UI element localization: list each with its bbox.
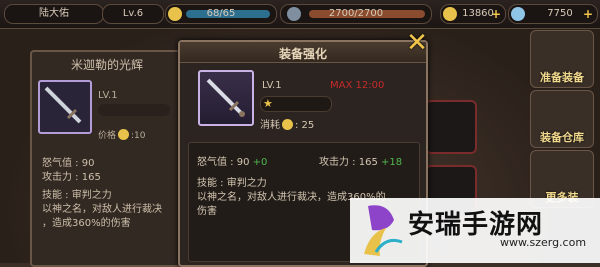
gold-counter: 13860 + xyxy=(440,4,506,24)
hp-meter: 2700/2700 xyxy=(280,4,432,24)
item-detail-panel: 米迦勒的光辉 LV.1 价格:10 怒气值 : 90 攻击力 : 165 技能 … xyxy=(30,50,184,267)
coin-icon xyxy=(282,119,293,130)
item-price: 价格:10 xyxy=(98,129,146,141)
logo-icon xyxy=(364,205,403,256)
skill-name: 技能 : 审判之力 xyxy=(197,178,267,189)
attack-stat: 攻击力 : 165 xyxy=(42,172,101,183)
close-button[interactable]: ✕ xyxy=(404,30,430,56)
enhance-item-card[interactable] xyxy=(198,70,254,126)
lightning-icon xyxy=(168,7,182,21)
coin-icon xyxy=(443,7,457,21)
player-level: Lv.6 xyxy=(102,4,164,24)
skill-desc-2: ，造成360%的伤害 xyxy=(42,218,131,229)
enhance-level: LV.1 xyxy=(262,80,282,91)
gem-icon xyxy=(511,7,525,21)
site-watermark: 安瑞手游网 www.szerg.com xyxy=(350,198,600,263)
item-title: 米迦勒的光辉 xyxy=(70,58,143,72)
enhance-cost: 消耗: 25 xyxy=(260,119,315,131)
weapon-slot-1[interactable] xyxy=(425,100,477,154)
star-icon: ★ xyxy=(263,97,273,110)
equipment-warehouse-button[interactable]: 装备仓库 xyxy=(530,90,594,148)
gem-counter: 7750 + xyxy=(508,4,598,24)
player-name: 陆大佑 xyxy=(4,4,104,24)
enhance-star-bar: ★ xyxy=(260,96,332,112)
rage-stat: 怒气值 : 90 xyxy=(42,158,95,169)
energy-meter: 68/65 xyxy=(165,4,277,24)
attack-stat: 攻击力 : 165 +18 xyxy=(319,157,403,168)
item-level: LV.1 xyxy=(98,90,118,101)
top-status-bar: 陆大佑 Lv.6 68/65 2700/2700 13860 + 7750 + xyxy=(0,0,600,29)
dialog-header: 装备强化 xyxy=(180,42,426,63)
rage-stat: 怒气值 : 90 +0 xyxy=(197,157,268,168)
sword-icon xyxy=(287,7,301,21)
coin-icon xyxy=(118,129,130,140)
star-bar xyxy=(98,104,170,116)
dialog-title: 装备强化 xyxy=(278,47,327,61)
skill-desc-1: 以神之名，对敌人进行裁决 xyxy=(42,204,162,215)
sword-icon xyxy=(206,78,245,117)
add-gem-button[interactable]: + xyxy=(583,5,593,23)
enhance-red-label: MAX 12:00 xyxy=(330,80,385,91)
prepare-equipment-button[interactable]: 准备装备 xyxy=(530,30,594,88)
item-card[interactable] xyxy=(38,80,92,134)
sword-icon xyxy=(44,86,82,124)
skill-name: 技能 : 审判之力 xyxy=(42,190,112,201)
watermark-url: www.szerg.com xyxy=(500,236,587,249)
